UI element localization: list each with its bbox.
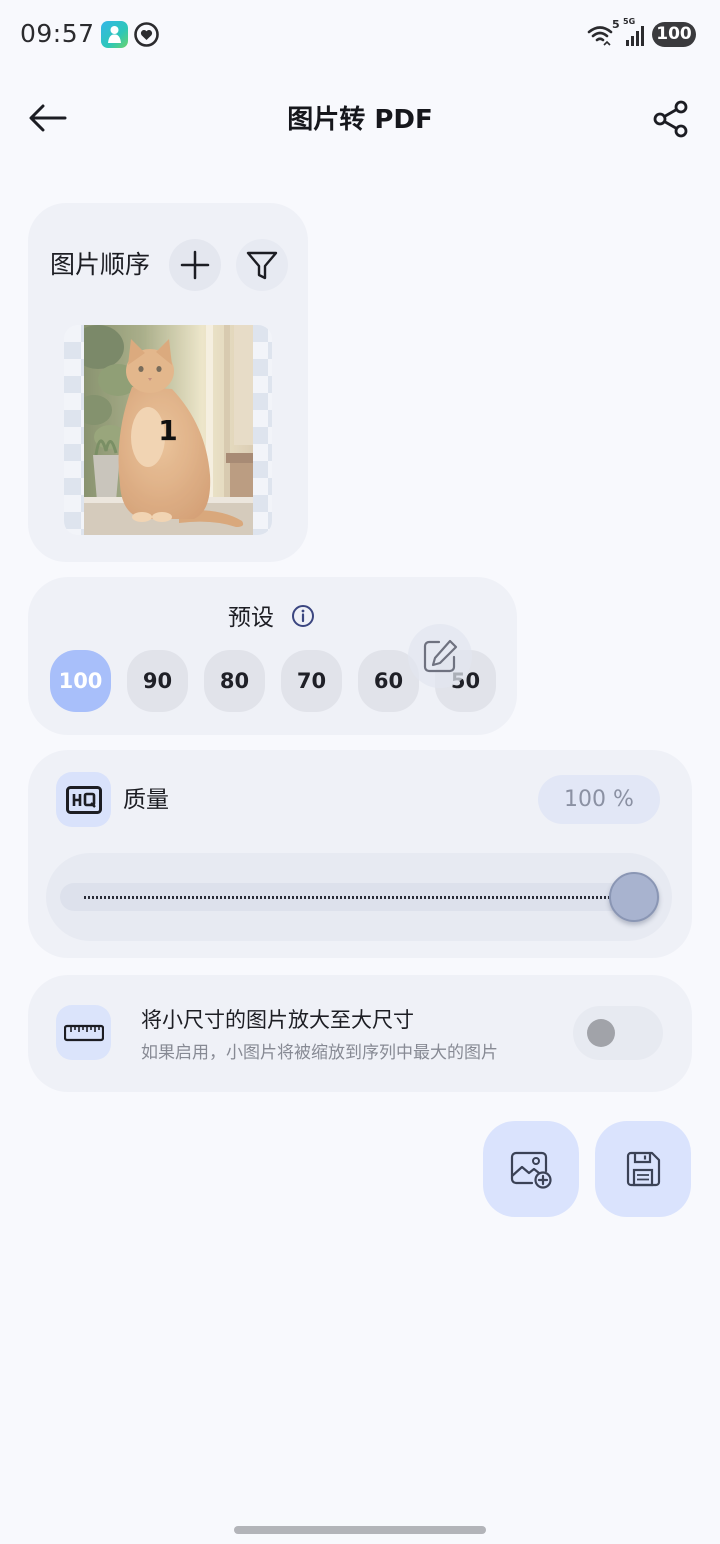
add-image-fab[interactable] (483, 1121, 579, 1217)
image-order-title: 图片顺序 (50, 250, 151, 279)
quality-title: 质量 (123, 787, 169, 813)
preset-option-80[interactable]: 80 (204, 650, 265, 712)
info-icon[interactable] (291, 604, 315, 628)
hq-icon (65, 785, 102, 814)
image-plus-icon (509, 1149, 553, 1189)
save-fab[interactable] (595, 1121, 691, 1217)
app-notification-icon (101, 21, 128, 48)
battery-icon: 100 (652, 22, 696, 47)
back-button[interactable] (24, 94, 72, 142)
heart-circle-icon (133, 21, 160, 48)
preset-option-90[interactable]: 90 (127, 650, 188, 712)
page-title: 图片转 PDF (287, 105, 433, 135)
upscale-toggle[interactable] (573, 1006, 663, 1060)
edit-icon (420, 636, 460, 676)
hq-icon-tile (56, 772, 111, 827)
save-icon (623, 1149, 663, 1189)
quality-slider-thumb[interactable] (609, 872, 659, 922)
filter-button[interactable] (236, 239, 288, 291)
toggle-knob (587, 1019, 615, 1047)
signal-icon (625, 26, 647, 46)
plus-icon (180, 250, 210, 280)
preset-option-100[interactable]: 100 (50, 650, 111, 712)
status-time: 09:57 (20, 19, 95, 48)
quality-slider-fill (84, 896, 636, 899)
network-type-label: 5G (623, 17, 636, 26)
add-image-button[interactable] (169, 239, 221, 291)
wifi-icon (587, 23, 613, 47)
filter-icon (245, 248, 279, 282)
upscale-subtitle: 如果启用，小图片将被缩放到序列中最大的图片 (141, 1043, 498, 1063)
image-index-label: 1 (158, 413, 178, 447)
share-icon (653, 100, 689, 138)
ruler-icon (63, 1024, 104, 1042)
presets-title: 预设 (228, 605, 274, 631)
preset-option-70[interactable]: 70 (281, 650, 342, 712)
arrow-left-icon (28, 102, 68, 134)
share-button[interactable] (647, 99, 695, 139)
edit-presets-button[interactable] (408, 624, 472, 688)
upscale-title: 将小尺寸的图片放大至大尺寸 (141, 1008, 414, 1032)
quality-value-badge: 100 % (538, 775, 660, 824)
home-indicator[interactable] (234, 1526, 486, 1534)
ruler-icon-tile (56, 1005, 111, 1060)
wifi-badge: 5 (612, 18, 620, 31)
